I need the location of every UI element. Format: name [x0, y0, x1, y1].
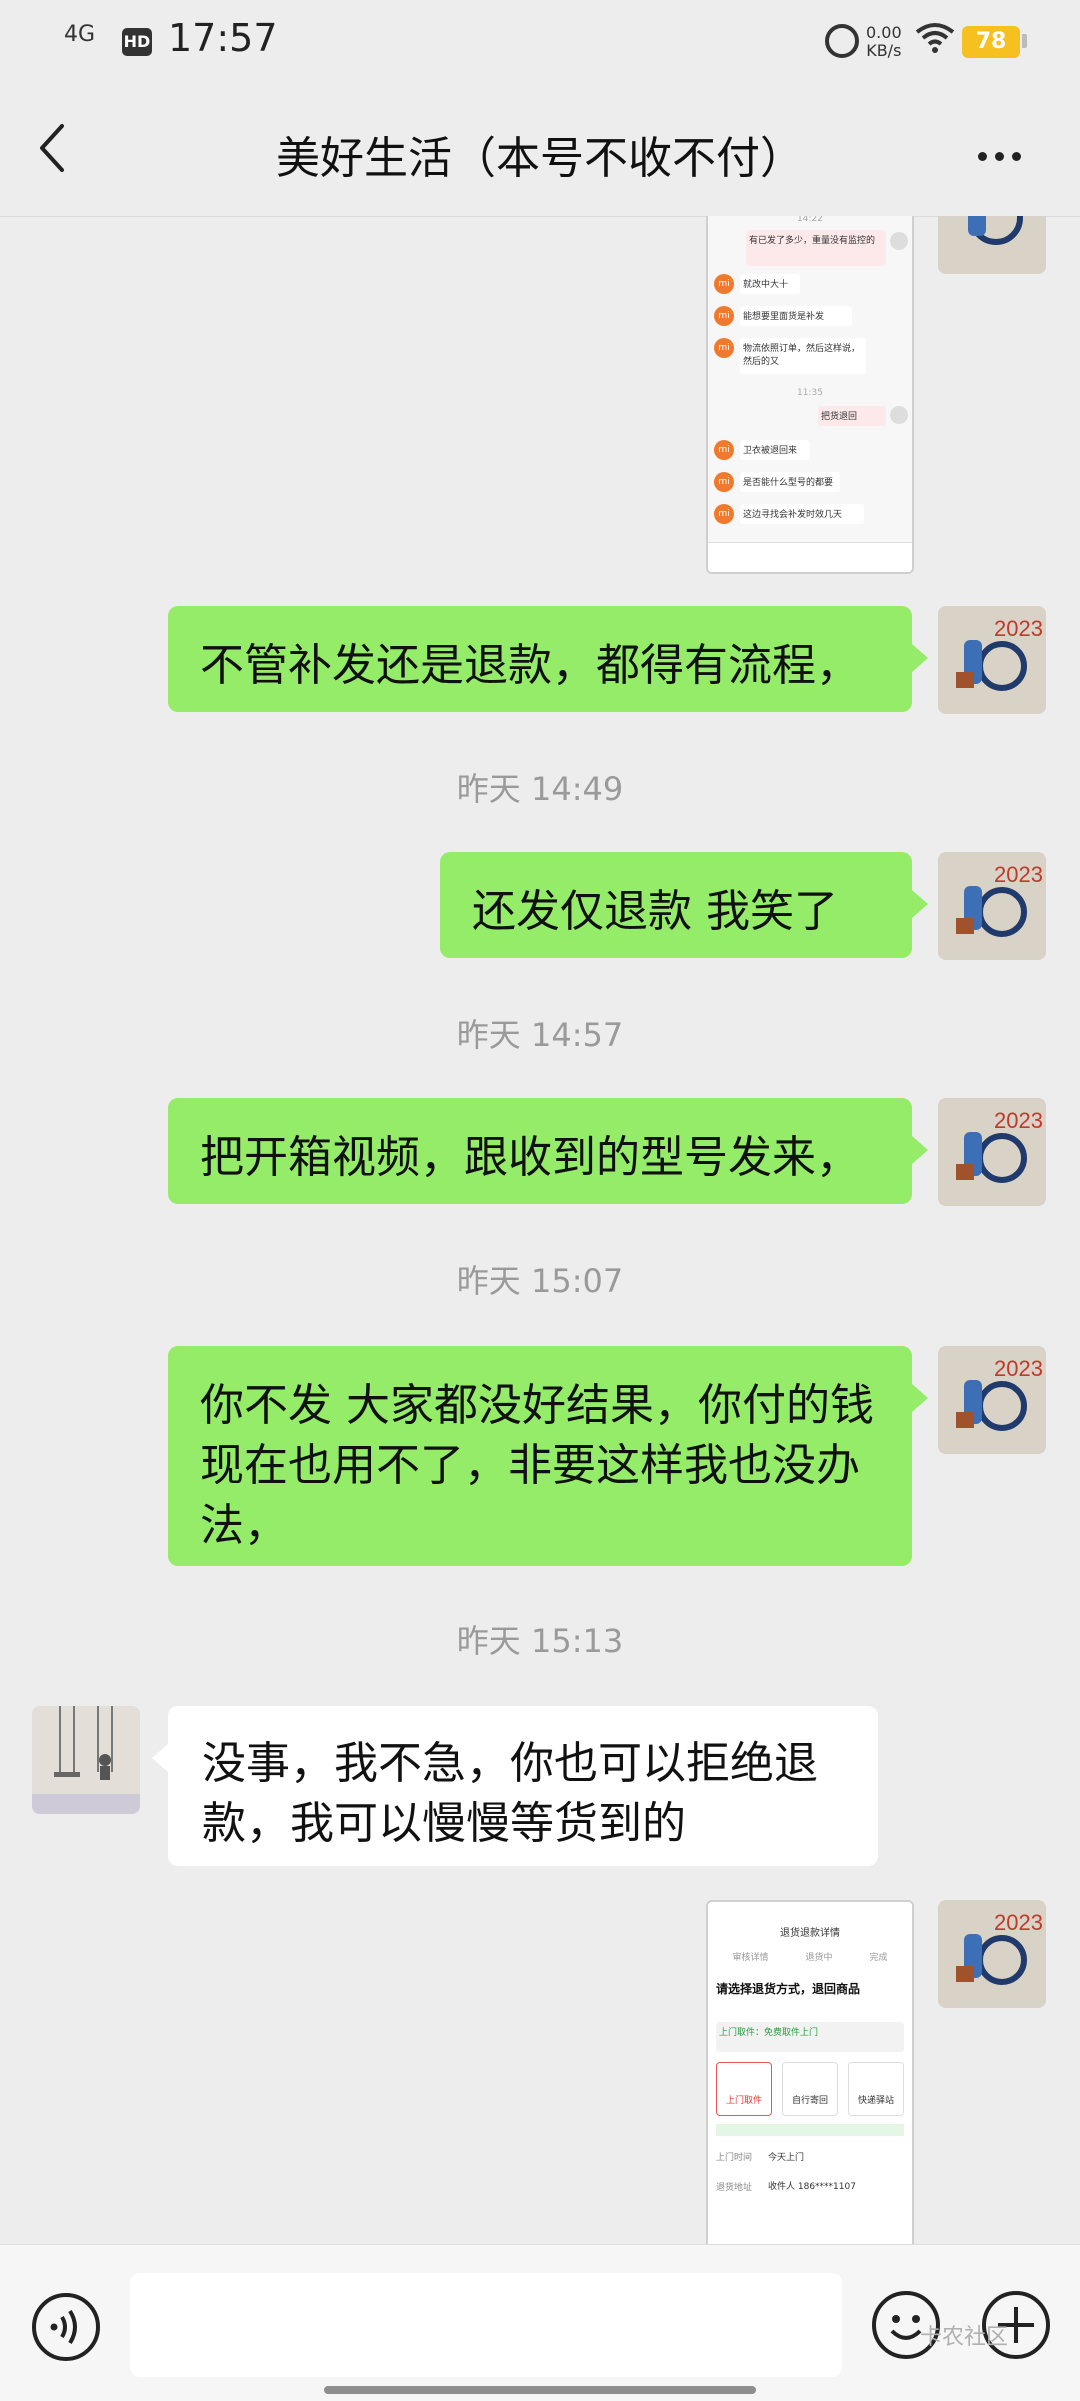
chat-header: 美好生活（本号不收不付）: [0, 84, 1080, 217]
screenshot-heading: 请选择退货方式，退回商品: [716, 1982, 861, 1996]
mi-logo-icon: mi: [714, 440, 734, 460]
my-avatar[interactable]: 2023: [938, 852, 1046, 960]
screenshot-bubble: 就改中大十: [740, 274, 800, 294]
mi-logo-icon: mi: [714, 274, 734, 294]
more-options-icon[interactable]: [978, 146, 1029, 165]
message-input[interactable]: [130, 2273, 842, 2377]
screenshot-bubble: 卫衣被退回来: [740, 440, 810, 460]
screenshot-option: 快递驿站: [848, 2062, 904, 2116]
mi-logo-icon: mi: [714, 338, 734, 358]
timestamp: 昨天 14:49: [456, 770, 624, 808]
message-list[interactable]: 14:22 有已发了多少，重量没有监控的 mi 就改中大十 mi 能想要里面货是…: [0, 216, 1080, 2244]
alarm-icon: [825, 24, 859, 58]
screenshot-addr-label: 退货地址: [716, 2183, 753, 2193]
mi-logo-icon: mi: [714, 472, 734, 492]
message-text: 不管补发还是退款，都得有流程，: [200, 640, 860, 691]
screenshot-tab: 退货中: [805, 1953, 833, 1963]
svg-text:2023: 2023: [994, 862, 1043, 887]
screenshot-inputbar: [708, 542, 912, 572]
screenshot-notice: 上门取件：免费取件上门: [716, 2022, 904, 2052]
wifi-icon: [915, 23, 955, 53]
message-text: 没事，我不急，你也可以拒绝退款，我可以慢慢等货到的: [202, 1738, 818, 1849]
home-indicator[interactable]: [324, 2386, 756, 2394]
screenshot-bubble: 有已发了多少，重量没有监控的: [746, 230, 886, 266]
screenshot-addr-value: 收件人 186****1107: [768, 2182, 856, 2192]
net-speed: 0.00 KB/s: [866, 24, 902, 60]
status-bar: 4G HD 17:57 0.00 KB/s 78: [0, 0, 1080, 84]
screenshot-option: 自行寄回: [782, 2062, 838, 2116]
input-bar: 卡农社区: [0, 2244, 1080, 2401]
my-message-bubble[interactable]: 把开箱视频，跟收到的型号发来，: [168, 1098, 928, 1204]
screenshot-time: 11:35: [797, 388, 823, 398]
screenshot-row-label: 上门时间: [716, 2153, 753, 2163]
screenshot-bubble: 把货退回: [818, 406, 886, 426]
svg-text:2023: 2023: [994, 1356, 1043, 1381]
my-avatar[interactable]: 2023: [938, 606, 1046, 714]
svg-text:2023: 2023: [994, 1910, 1043, 1935]
my-avatar[interactable]: 2023: [938, 1900, 1046, 2008]
watermark: 卡农社区: [920, 2325, 1009, 2350]
mi-logo-icon: mi: [714, 504, 734, 524]
screenshot-option: 上门取件: [716, 2062, 772, 2116]
svg-text:2023: 2023: [994, 1108, 1043, 1133]
status-time: 17:57: [168, 16, 278, 60]
svg-text:2023: 2023: [994, 616, 1043, 641]
my-message-bubble[interactable]: 你不发 大家都没好结果，你付的钱现在也用不了，非要这样我也没办法，: [168, 1346, 928, 1566]
net-speed-value: 0.00: [866, 23, 902, 42]
screenshot-avatar: [890, 406, 908, 424]
screenshot-bubble: 能想要里面货是补发: [740, 306, 852, 326]
screenshot-tab: 完成: [869, 1953, 888, 1963]
screenshot-green-strip: [716, 2124, 904, 2136]
chat-screenshot-image-2[interactable]: 退货退款详情 审核详情 退货中 完成 请选择退货方式，退回商品 上门取件：免费取…: [706, 1900, 914, 2244]
screenshot-tabs: 审核详情 退货中 完成: [714, 1950, 906, 1963]
timestamp: 昨天 14:57: [456, 1016, 624, 1054]
screenshot-bubble: 这边寻找会补发时效几天: [740, 504, 864, 524]
contact-avatar[interactable]: [32, 1706, 140, 1814]
chat-title: 美好生活（本号不收不付）: [276, 133, 804, 184]
message-text: 还发仅退款 我笑了: [472, 886, 838, 937]
contact-message-bubble[interactable]: 没事，我不急，你也可以拒绝退款，我可以慢慢等货到的: [152, 1706, 878, 1866]
screenshot-bubble: 是否能什么型号的都要: [740, 472, 840, 492]
screenshot-avatar: [890, 232, 908, 250]
screenshot-bubble: 物流依照订单，然后这样说，然后的又: [740, 338, 866, 374]
voice-input-icon[interactable]: [30, 2291, 102, 2363]
battery-tip: [1022, 34, 1027, 48]
message-text: 你不发 大家都没好结果，你付的钱现在也用不了，非要这样我也没办法，: [200, 1380, 874, 1551]
mi-logo-icon: mi: [714, 306, 734, 326]
signal-indicator: 4G: [64, 22, 96, 47]
my-message-bubble[interactable]: 还发仅退款 我笑了: [440, 852, 928, 958]
net-speed-unit: KB/s: [866, 41, 902, 60]
my-avatar[interactable]: [938, 216, 1046, 274]
timestamp: 昨天 15:07: [456, 1262, 624, 1300]
screenshot-tab: 审核详情: [732, 1953, 769, 1963]
screenshot-row-value: 今天上门: [768, 2153, 805, 2163]
battery-indicator: 78: [962, 26, 1020, 58]
screenshot-header: 退货退款详情: [780, 1928, 840, 1939]
my-avatar[interactable]: 2023: [938, 1346, 1046, 1454]
message-text: 把开箱视频，跟收到的型号发来，: [200, 1132, 860, 1183]
timestamp: 昨天 15:13: [456, 1622, 624, 1660]
screenshot-time: 14:22: [797, 216, 823, 224]
chat-screenshot-image-1[interactable]: 14:22 有已发了多少，重量没有监控的 mi 就改中大十 mi 能想要里面货是…: [706, 216, 914, 574]
my-message-bubble[interactable]: 不管补发还是退款，都得有流程，: [168, 606, 928, 712]
hd-badge: HD: [122, 28, 152, 56]
my-avatar[interactable]: 2023: [938, 1098, 1046, 1206]
